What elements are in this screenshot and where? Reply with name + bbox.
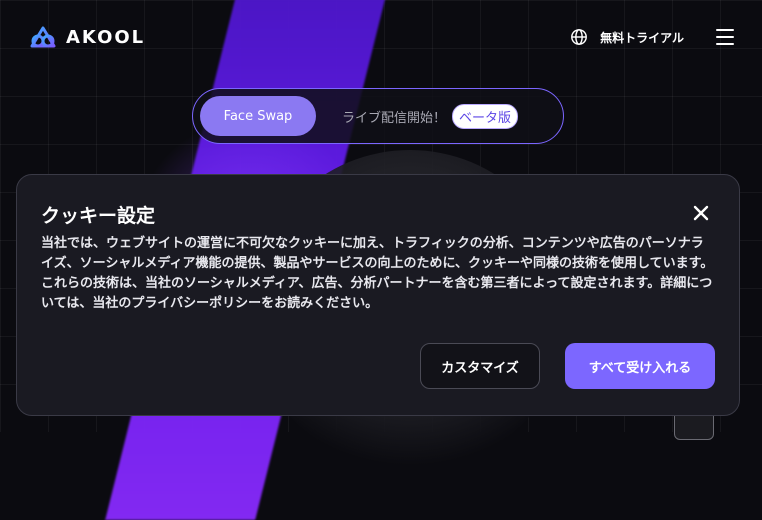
header-actions: 無料トライアル <box>570 28 734 46</box>
mode-switcher: Face Swap ライブ配信開始！ ベータ版 <box>192 88 564 144</box>
cookie-dialog: クッキー設定 当社では、ウェブサイトの運営に不可欠なクッキーに加え、トラフィック… <box>16 174 740 416</box>
beta-badge: ベータ版 <box>452 103 519 129</box>
customize-button[interactable]: カスタマイズ <box>420 343 540 389</box>
cookie-description: 当社では、ウェブサイトの運営に不可欠なクッキーに加え、トラフィックの分析、コンテ… <box>41 236 714 311</box>
menu-line <box>716 43 734 45</box>
face-swap-tab[interactable]: Face Swap <box>200 96 316 136</box>
menu-line <box>716 36 734 38</box>
close-icon[interactable] <box>691 203 711 223</box>
accept-all-button[interactable]: すべて受け入れる <box>565 343 715 389</box>
menu-icon[interactable] <box>716 29 734 45</box>
menu-line <box>716 29 734 31</box>
globe-icon[interactable] <box>570 28 588 46</box>
free-trial-link[interactable]: 無料トライアル <box>600 29 684 46</box>
live-stream-tab[interactable]: ライブ配信開始！ <box>342 107 446 126</box>
akool-logo-icon <box>30 26 56 48</box>
logo[interactable]: AKOOL <box>30 26 145 48</box>
logo-text: AKOOL <box>66 26 146 48</box>
site-header: AKOOL 無料トライアル <box>0 0 762 74</box>
cookie-title: クッキー設定 <box>41 205 156 227</box>
